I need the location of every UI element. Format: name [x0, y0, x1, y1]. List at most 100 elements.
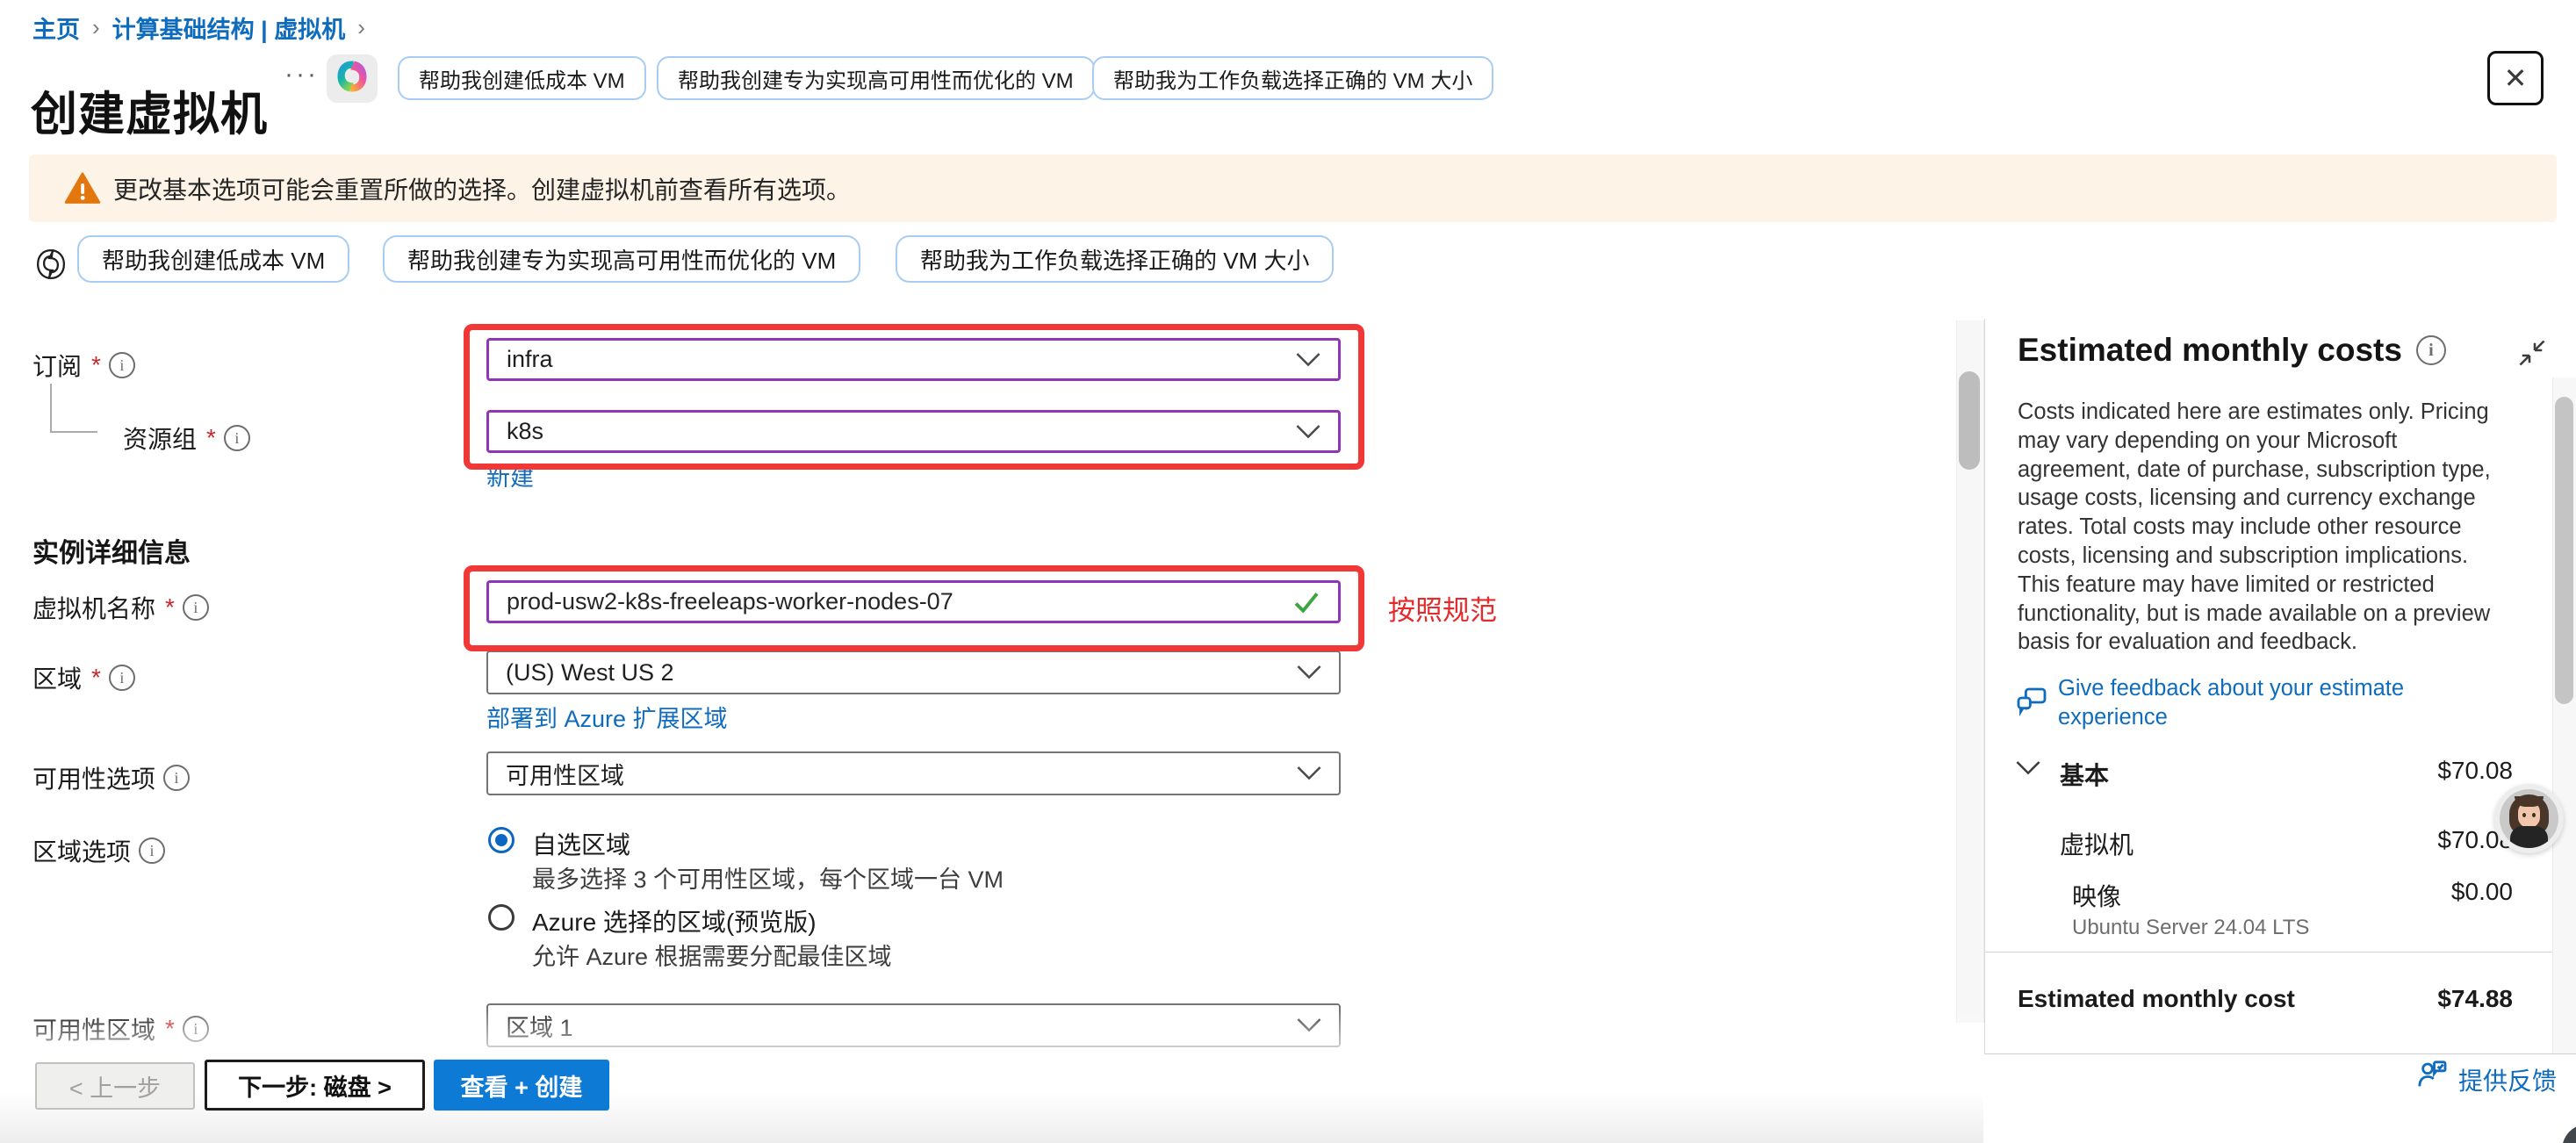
region-label: 区域 * [32, 660, 135, 695]
chevron-down-icon [1296, 424, 1320, 440]
required-asterisk: * [165, 1015, 175, 1043]
availability-zone-dropdown[interactable]: 区域 1 [486, 1003, 1341, 1047]
copilot-suggestion-high-availability[interactable]: 帮助我创建专为实现高可用性而优化的 VM [657, 56, 1095, 100]
required-asterisk: * [91, 351, 101, 379]
chevron-down-icon [1297, 766, 1321, 781]
info-icon[interactable] [183, 1016, 209, 1042]
warning-banner: 更改基本选项可能会重置所做的选择。创建虚拟机前查看所有选项。 [29, 155, 2557, 222]
close-icon: ✕ [2504, 61, 2528, 95]
avatar-image [2500, 789, 2558, 848]
instance-details-heading: 实例详细信息 [32, 531, 191, 570]
tree-connector-horizontal [50, 431, 97, 433]
copilot-suggestion-right-size-2[interactable]: 帮助我为工作负载选择正确的 VM 大小 [896, 235, 1334, 283]
corner-widget [2562, 1124, 2576, 1143]
availability-options-dropdown[interactable]: 可用性区域 [486, 751, 1341, 795]
chevron-down-icon[interactable] [2016, 760, 2040, 780]
main-scrollbar-thumb[interactable] [1959, 371, 1980, 470]
chevron-down-icon [1297, 665, 1321, 680]
cost-row-basic-value: $70.08 [2437, 757, 2513, 785]
subscription-value: infra [507, 346, 553, 373]
cost-row-image-sub: Ubuntu Server 24.04 LTS [2072, 916, 2309, 940]
avatar[interactable] [2494, 784, 2564, 853]
breadcrumb-home-link[interactable]: 主页 [32, 11, 80, 45]
annotation-text: 按照规范 [1388, 588, 1497, 628]
create-new-resource-group-link[interactable]: 新建 [486, 458, 534, 492]
radio-self-selected-zones[interactable] [488, 827, 514, 853]
info-icon[interactable] [109, 352, 135, 378]
warning-icon [64, 172, 101, 205]
availability-zone-label-text: 可用性区域 [32, 1011, 155, 1046]
create-vm-page: 主页 › 计算基础结构 | 虚拟机 › 创建虚拟机 ··· 帮助我创建低成 [0, 0, 2576, 1143]
subscription-label-text: 订阅 [32, 348, 82, 383]
availability-options-label: 可用性选项 [32, 760, 190, 795]
radio-self-selected-zones-label[interactable]: 自选区域 [532, 826, 630, 861]
radio-azure-selected-zones-label[interactable]: Azure 选择的区域(预览版) [532, 903, 817, 938]
vm-name-input[interactable] [486, 580, 1341, 623]
chevron-down-icon [1297, 1017, 1321, 1033]
next-step-disks-button[interactable]: 下一步: 磁盘 > [205, 1060, 425, 1111]
resource-group-label-text: 资源组 [123, 421, 197, 456]
availability-options-label-text: 可用性选项 [32, 760, 155, 795]
cost-panel-divider [1984, 319, 1985, 1054]
radio-azure-selected-zones[interactable] [488, 904, 514, 931]
copilot-suggestion-low-cost[interactable]: 帮助我创建低成本 VM [398, 56, 646, 100]
feedback-bubbles-icon [2014, 685, 2049, 724]
vm-name-label: 虚拟机名称 * [32, 590, 209, 625]
subscription-dropdown[interactable]: infra [486, 338, 1341, 381]
total-cost-label: Estimated monthly cost [2018, 985, 2295, 1013]
cost-panel-title: Estimated monthly costs [2018, 332, 2402, 369]
copilot-icon [333, 57, 371, 100]
copilot-suggestion-high-availability-2[interactable]: 帮助我创建专为实现高可用性而优化的 VM [383, 235, 860, 283]
previous-step-button[interactable]: < 上一步 [35, 1062, 195, 1110]
review-create-button[interactable]: 查看 + 创建 [434, 1060, 609, 1111]
collapse-panel-icon[interactable] [2516, 337, 2548, 373]
warning-banner-text: 更改基本选项可能会重置所做的选择。创建虚拟机前查看所有选项。 [113, 171, 851, 206]
subscription-label: 订阅 * [32, 348, 135, 383]
feedback-person-icon [2414, 1057, 2450, 1096]
zone-options-label: 区域选项 [32, 833, 165, 868]
region-value: (US) West US 2 [506, 659, 674, 687]
required-asterisk: * [91, 664, 101, 692]
cost-row-image-value: $0.00 [2451, 878, 2513, 906]
cost-row-basic-label[interactable]: 基本 [2060, 757, 2109, 792]
panel-scrollbar-thumb[interactable] [2555, 397, 2573, 704]
copilot-button[interactable] [327, 54, 378, 103]
breadcrumb: 主页 › 计算基础结构 | 虚拟机 › [32, 11, 365, 45]
more-options-button[interactable]: ··· [279, 65, 324, 84]
cost-row-vm-label: 虚拟机 [2060, 826, 2133, 861]
availability-options-value: 可用性区域 [506, 757, 624, 791]
total-cost-value: $74.88 [2437, 985, 2513, 1013]
breadcrumb-separator: › [92, 14, 100, 41]
resource-group-dropdown[interactable]: k8s [486, 410, 1341, 453]
cost-disclaimer-text: Costs indicated here are estimates only.… [2018, 398, 2502, 657]
deploy-extended-zone-link[interactable]: 部署到 Azure 扩展区域 [486, 700, 728, 734]
copilot-suggestion-low-cost-2[interactable]: 帮助我创建低成本 VM [77, 235, 349, 283]
cost-row-image-label: 映像 [2072, 878, 2121, 913]
give-feedback-link[interactable]: 提供反馈 [2458, 1062, 2557, 1097]
availability-zone-label: 可用性区域 * [32, 1011, 209, 1046]
required-asterisk: * [206, 424, 216, 452]
estimate-feedback-link[interactable]: Give feedback about your estimate experi… [2058, 674, 2508, 732]
page-title: 创建虚拟机 [31, 77, 268, 144]
region-dropdown[interactable]: (US) West US 2 [486, 651, 1341, 694]
cost-panel-bottom-border [1985, 1053, 2576, 1054]
info-icon[interactable] [224, 425, 250, 451]
info-icon[interactable] [2416, 335, 2446, 365]
info-icon[interactable] [183, 594, 209, 621]
region-label-text: 区域 [32, 660, 82, 695]
copilot-suggestion-right-size[interactable]: 帮助我为工作负载选择正确的 VM 大小 [1092, 56, 1493, 100]
cost-panel-title-row: Estimated monthly costs [2018, 332, 2446, 369]
resource-group-label: 资源组 * [123, 421, 250, 456]
resource-group-value: k8s [507, 418, 543, 445]
tree-connector-vertical [50, 384, 52, 431]
info-icon[interactable] [163, 765, 190, 791]
close-button[interactable]: ✕ [2487, 51, 2544, 105]
availability-zone-value: 区域 1 [506, 1009, 573, 1043]
breadcrumb-section-link[interactable]: 计算基础结构 | 虚拟机 [112, 11, 346, 45]
radio-azure-selected-zones-desc: 允许 Azure 根据需要分配最佳区域 [532, 938, 892, 972]
chevron-down-icon [1296, 352, 1320, 368]
zone-options-label-text: 区域选项 [32, 833, 131, 868]
radio-self-selected-zones-desc: 最多选择 3 个可用性区域，每个区域一台 VM [532, 860, 1004, 895]
info-icon[interactable] [109, 665, 135, 691]
info-icon[interactable] [139, 837, 165, 864]
